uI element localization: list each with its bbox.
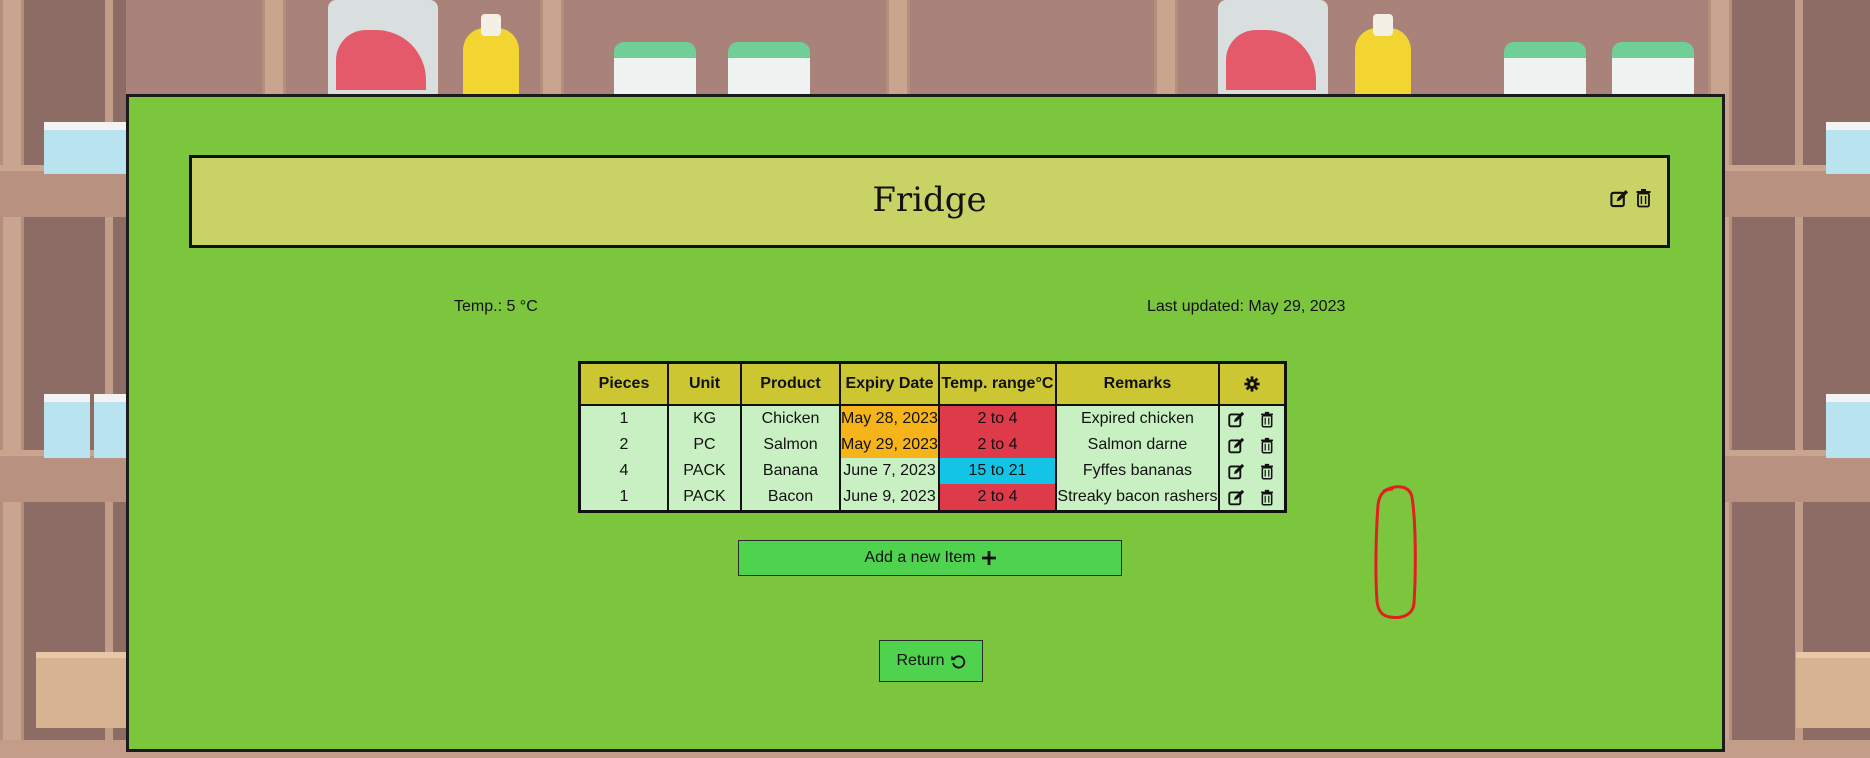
cell-expiry: June 9, 2023 [839, 484, 940, 512]
cell-unit: PC [667, 432, 742, 458]
cell-remarks: Streaky bacon rashers [1054, 484, 1220, 512]
delete-storage-icon[interactable] [1633, 187, 1653, 209]
cell-unit: KG [667, 405, 742, 432]
cell-temp-range: 2 to 4 [937, 432, 1057, 458]
cell-remarks: Expired chicken [1054, 405, 1220, 432]
cell-temp-range: 2 to 4 [937, 405, 1057, 432]
cell-remarks: Fyffes bananas [1054, 458, 1220, 484]
last-updated: Last updated: May 29, 2023 [1147, 298, 1346, 315]
cell-pieces: 4 [578, 458, 669, 484]
cell-expiry: June 7, 2023 [839, 458, 940, 484]
storage-panel: Fridge Temp.: 5 °C Last updated: May 29,… [126, 94, 1725, 752]
cell-expiry: May 28, 2023 [839, 405, 940, 432]
cell-actions [1217, 484, 1287, 512]
return-label: Return [896, 652, 945, 669]
table-header-row: Pieces Unit Product Expiry Date Temp. ra… [578, 361, 1287, 406]
storage-temperature: Temp.: 5 °C [454, 298, 538, 315]
cell-expiry: May 29, 2023 [839, 432, 940, 458]
cell-actions [1217, 405, 1287, 432]
cell-product: Bacon [740, 484, 841, 512]
gear-icon [1244, 376, 1260, 392]
edit-icon[interactable] [1227, 486, 1247, 508]
storage-actions [1609, 187, 1653, 209]
inventory-table: Pieces Unit Product Expiry Date Temp. ra… [578, 361, 1287, 513]
cell-pieces: 2 [578, 432, 669, 458]
storage-title: Fridge [872, 180, 987, 220]
cell-pieces: 1 [578, 484, 669, 512]
header-remarks: Remarks [1054, 361, 1220, 406]
edit-icon[interactable] [1227, 460, 1247, 482]
header-settings [1217, 361, 1287, 406]
header-unit: Unit [667, 361, 742, 406]
header-expiry-date: Expiry Date [839, 361, 940, 406]
cell-actions [1217, 458, 1287, 484]
add-item-label: Add a new Item [864, 549, 976, 566]
table-row: 1 PACK Bacon June 9, 2023 2 to 4 Streaky… [578, 484, 1287, 512]
trash-icon[interactable] [1257, 434, 1277, 456]
edit-storage-icon[interactable] [1609, 187, 1629, 209]
cell-pieces: 1 [578, 405, 669, 432]
trash-icon[interactable] [1257, 460, 1277, 482]
cell-unit: PACK [667, 484, 742, 512]
cell-remarks: Salmon darne [1054, 432, 1220, 458]
cell-product: Banana [740, 458, 841, 484]
header-temp-range: Temp. range°C [937, 361, 1057, 406]
add-item-button[interactable]: Add a new Item [738, 540, 1122, 576]
cell-unit: PACK [667, 458, 742, 484]
edit-icon[interactable] [1227, 408, 1247, 430]
cell-temp-range: 15 to 21 [937, 458, 1057, 484]
trash-icon[interactable] [1257, 486, 1277, 508]
table-row: 1 KG Chicken May 28, 2023 2 to 4 Expired… [578, 405, 1287, 432]
storage-header: Fridge [189, 155, 1670, 248]
cell-product: Salmon [740, 432, 841, 458]
cell-actions [1217, 432, 1287, 458]
table-row: 4 PACK Banana June 7, 2023 15 to 21 Fyff… [578, 458, 1287, 484]
plus-icon [981, 551, 996, 565]
cell-product: Chicken [740, 405, 841, 432]
table-row: 2 PC Salmon May 29, 2023 2 to 4 Salmon d… [578, 432, 1287, 458]
header-product: Product [740, 361, 841, 406]
cell-temp-range: 2 to 4 [937, 484, 1057, 512]
header-pieces: Pieces [578, 361, 669, 406]
trash-icon[interactable] [1257, 408, 1277, 430]
rotate-icon [950, 654, 965, 669]
annotation-circle [1374, 485, 1417, 619]
inventory-body: 1 KG Chicken May 28, 2023 2 to 4 Expired… [578, 405, 1287, 512]
edit-icon[interactable] [1227, 434, 1247, 456]
return-button[interactable]: Return [879, 640, 983, 682]
